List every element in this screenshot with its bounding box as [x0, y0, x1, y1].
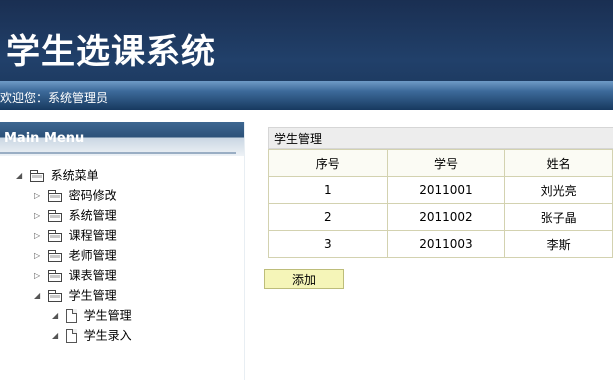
add-button[interactable]: 添加 — [264, 269, 344, 289]
welcome-bar: 欢迎您：系统管理员 — [0, 81, 613, 110]
tree-item-course[interactable]: ▷ 课程管理 — [34, 226, 117, 244]
folder-icon — [47, 249, 63, 262]
tree-item-label: 系统管理 — [68, 208, 117, 223]
main-menu-header: Main Menu — [0, 122, 245, 156]
app-header: 学生选课系统 欢迎您：系统管理员 — [0, 0, 613, 110]
app-title: 学生选课系统 — [6, 32, 216, 72]
tree-item-label: 学生管理 — [68, 288, 117, 303]
cell-name: 李斯 — [504, 230, 613, 258]
student-panel: 学生管理 序号 学号 姓名 1 2011001 刘光亮 2 2011002 张子… — [268, 127, 613, 259]
folder-icon — [47, 209, 63, 222]
document-icon — [65, 308, 77, 323]
menu-divider — [0, 152, 236, 154]
expand-triangle-icon[interactable]: ▷ — [34, 227, 44, 245]
table-row[interactable]: 2 2011002 张子晶 — [268, 203, 613, 231]
cell-name: 张子晶 — [504, 203, 613, 231]
tree-item-label: 老师管理 — [68, 248, 117, 263]
main-menu-title: Main Menu — [4, 131, 85, 146]
folder-open-icon — [29, 169, 45, 182]
column-header-name: 姓名 — [504, 149, 613, 177]
expand-triangle-icon[interactable]: ▷ — [34, 267, 44, 285]
column-header-student-id: 学号 — [386, 149, 506, 177]
document-icon — [65, 328, 77, 343]
tree-item-label: 课表管理 — [68, 268, 117, 283]
cell-student-id: 2011001 — [386, 176, 506, 204]
expand-triangle-icon[interactable]: ▷ — [34, 247, 44, 265]
leaf-marker-icon: ◢ — [52, 330, 59, 340]
table-header-row: 序号 学号 姓名 — [268, 149, 613, 177]
welcome-text: 欢迎您：系统管理员 — [0, 91, 109, 105]
tree-item-teacher[interactable]: ▷ 老师管理 — [34, 246, 117, 264]
cell-student-id: 2011002 — [386, 203, 506, 231]
cell-index: 3 — [268, 230, 388, 258]
panel-title: 学生管理 — [268, 127, 613, 149]
table-row[interactable]: 3 2011003 李斯 — [268, 230, 613, 258]
tree-item-schedule[interactable]: ▷ 课表管理 — [34, 266, 117, 284]
student-table: 序号 学号 姓名 1 2011001 刘光亮 2 2011002 张子晶 3 2… — [268, 149, 613, 258]
tree-root[interactable]: ◢ 系统菜单 — [16, 166, 99, 184]
cell-index: 2 — [268, 203, 388, 231]
collapse-triangle-icon[interactable]: ◢ — [34, 287, 44, 305]
folder-icon — [47, 189, 63, 202]
tree-root-label: 系统菜单 — [50, 168, 99, 183]
column-header-index: 序号 — [268, 149, 388, 177]
tree-item-label: 密码修改 — [68, 188, 117, 203]
tree-item-system[interactable]: ▷ 系统管理 — [34, 206, 117, 224]
main-menu: Main Menu ◢ 系统菜单 ▷ 密码修改 ▷ 系统管理 ▷ 课程管理 ▷ … — [0, 122, 245, 380]
table-row[interactable]: 1 2011001 刘光亮 — [268, 176, 613, 204]
folder-open-icon — [47, 289, 63, 302]
cell-student-id: 2011003 — [386, 230, 506, 258]
tree-item-label: 课程管理 — [68, 228, 117, 243]
leaf-marker-icon: ◢ — [52, 310, 59, 320]
cell-name: 刘光亮 — [504, 176, 613, 204]
tree-item-student[interactable]: ◢ 学生管理 — [34, 286, 117, 304]
expand-triangle-icon[interactable]: ▷ — [34, 187, 44, 205]
expand-triangle-icon[interactable]: ▷ — [34, 207, 44, 225]
folder-icon — [47, 269, 63, 282]
tree-item-password[interactable]: ▷ 密码修改 — [34, 186, 117, 204]
cell-index: 1 — [268, 176, 388, 204]
collapse-triangle-icon[interactable]: ◢ — [16, 167, 26, 185]
tree-subitem-student-manage[interactable]: ◢ 学生管理 — [52, 306, 132, 324]
folder-icon — [47, 229, 63, 242]
tree-subitem-student-entry[interactable]: ◢ 学生录入 — [52, 326, 132, 344]
tree-subitem-label: 学生管理 — [83, 308, 132, 323]
tree-subitem-label: 学生录入 — [83, 328, 132, 343]
